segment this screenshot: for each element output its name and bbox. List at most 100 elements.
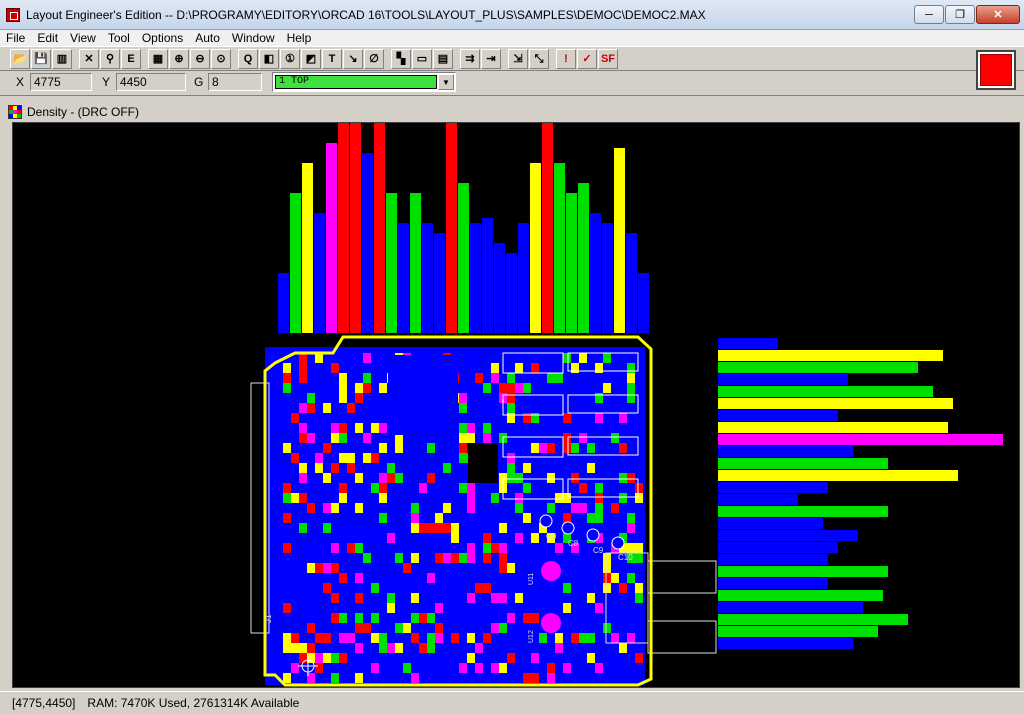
density-cell bbox=[459, 403, 467, 413]
density-cell bbox=[515, 603, 523, 613]
density-cell bbox=[483, 413, 491, 423]
density-cell bbox=[299, 403, 307, 413]
density-cell bbox=[427, 503, 435, 513]
density-bar bbox=[458, 183, 469, 333]
maximize-button[interactable]: ❐ bbox=[945, 5, 975, 24]
close-button[interactable]: ✕ bbox=[976, 5, 1020, 24]
edit-segment-icon[interactable]: ⤡ bbox=[529, 49, 549, 69]
density-cell bbox=[427, 663, 435, 673]
chevron-down-icon[interactable]: ▼ bbox=[438, 74, 454, 90]
grid-field[interactable]: 8 bbox=[208, 73, 262, 91]
library-icon[interactable]: ▥ bbox=[52, 49, 72, 69]
find-icon[interactable]: ⚲ bbox=[100, 49, 120, 69]
pcb-board bbox=[250, 335, 717, 687]
error-icon[interactable]: ∅ bbox=[364, 49, 384, 69]
density-cell bbox=[539, 493, 547, 503]
density-cell bbox=[451, 453, 459, 463]
menu-view[interactable]: View bbox=[64, 31, 102, 45]
auto-route-icon-glyph: ⇉ bbox=[465, 52, 475, 65]
grid-label: G bbox=[194, 75, 204, 89]
density-cell bbox=[555, 653, 563, 663]
zoom-all-icon[interactable]: ⊙ bbox=[211, 49, 231, 69]
connection-icon[interactable]: ↘ bbox=[343, 49, 363, 69]
minimize-button[interactable]: ─ bbox=[914, 5, 944, 24]
density-cell bbox=[355, 423, 363, 433]
pin-icon[interactable]: ① bbox=[280, 49, 300, 69]
menu-tool[interactable]: Tool bbox=[102, 31, 136, 45]
title-bar[interactable]: Layout Engineer's Edition -- D:\PROGRAMY… bbox=[0, 0, 1024, 30]
sf-icon[interactable]: SF bbox=[598, 49, 618, 69]
drc-icon[interactable]: ✓ bbox=[577, 49, 597, 69]
density-cell bbox=[331, 423, 339, 433]
density-cell bbox=[387, 593, 395, 603]
density-cell bbox=[563, 483, 571, 493]
density-graph[interactable]: J1 C0 C8 C9 C10 U11 U12 bbox=[13, 123, 1019, 687]
app-icon[interactable] bbox=[6, 7, 20, 22]
online-drc-icon[interactable]: ! bbox=[556, 49, 576, 69]
delete-icon[interactable]: ✕ bbox=[79, 49, 99, 69]
density-cell bbox=[379, 483, 387, 493]
drc-box-icon[interactable]: ▭ bbox=[412, 49, 432, 69]
density-cell bbox=[339, 663, 347, 673]
menu-options[interactable]: Options bbox=[136, 31, 189, 45]
query-icon[interactable]: Q bbox=[238, 49, 258, 69]
color-icon[interactable]: ▚ bbox=[391, 49, 411, 69]
density-cell bbox=[611, 583, 619, 593]
density-cell bbox=[475, 373, 483, 383]
density-window-title[interactable]: Density - (DRC OFF) bbox=[8, 100, 139, 124]
obstacle-icon[interactable]: ◩ bbox=[301, 49, 321, 69]
open-icon[interactable]: 📂 bbox=[10, 49, 30, 69]
menu-file[interactable]: File bbox=[0, 31, 31, 45]
density-bar bbox=[626, 233, 637, 333]
density-cell bbox=[483, 583, 491, 593]
density-cell bbox=[475, 673, 483, 683]
density-cell bbox=[635, 443, 643, 453]
color-icon-glyph: ▚ bbox=[396, 52, 406, 65]
density-cell bbox=[451, 663, 459, 673]
density-cell bbox=[555, 493, 563, 503]
density-cell bbox=[451, 523, 459, 533]
density-cell bbox=[603, 543, 611, 553]
density-window-label: Density - (DRC OFF) bbox=[27, 105, 139, 119]
density-cell bbox=[331, 513, 339, 523]
y-coordinate-field[interactable]: 4450 bbox=[116, 73, 186, 91]
density-cell bbox=[331, 563, 339, 573]
zoom-in-icon[interactable]: ⊕ bbox=[169, 49, 189, 69]
save-icon[interactable]: 💾 bbox=[31, 49, 51, 69]
density-cell bbox=[579, 623, 587, 633]
layer-select[interactable]: 1 TOP ▼ bbox=[272, 72, 456, 92]
shove-icon[interactable]: ⇥ bbox=[481, 49, 501, 69]
density-cell bbox=[491, 563, 499, 573]
edit-icon[interactable]: E bbox=[121, 49, 141, 69]
drc-status-indicator[interactable] bbox=[976, 50, 1016, 90]
density-cell bbox=[355, 373, 363, 383]
add-via-icon[interactable]: ⇲ bbox=[508, 49, 528, 69]
menu-edit[interactable]: Edit bbox=[31, 31, 64, 45]
density-cell bbox=[411, 533, 419, 543]
density-cell bbox=[587, 633, 595, 643]
reconnect-icon[interactable]: ▤ bbox=[433, 49, 453, 69]
density-cell bbox=[427, 473, 435, 483]
density-cell bbox=[547, 443, 555, 453]
density-cell bbox=[499, 523, 507, 533]
text-icon[interactable]: T bbox=[322, 49, 342, 69]
menu-help[interactable]: Help bbox=[281, 31, 318, 45]
density-cell bbox=[483, 533, 491, 543]
density-bar bbox=[718, 434, 1003, 445]
menu-window[interactable]: Window bbox=[226, 31, 281, 45]
component-icon[interactable]: ◧ bbox=[259, 49, 279, 69]
density-cell bbox=[363, 553, 371, 563]
density-cell bbox=[555, 643, 563, 653]
density-cell bbox=[347, 573, 355, 583]
spreadsheet-icon[interactable]: ▦ bbox=[148, 49, 168, 69]
window-controls: ─ ❐ ✕ bbox=[913, 5, 1020, 24]
density-cell bbox=[579, 503, 587, 513]
x-coordinate-field[interactable]: 4775 bbox=[30, 73, 92, 91]
c8-label: C8 bbox=[568, 539, 579, 548]
auto-route-icon[interactable]: ⇉ bbox=[460, 49, 480, 69]
density-canvas[interactable]: J1 C0 C8 C9 C10 U11 U12 bbox=[12, 122, 1020, 688]
zoom-out-icon[interactable]: ⊖ bbox=[190, 49, 210, 69]
menu-auto[interactable]: Auto bbox=[189, 31, 226, 45]
density-cell bbox=[371, 423, 379, 433]
density-cell bbox=[323, 443, 331, 453]
